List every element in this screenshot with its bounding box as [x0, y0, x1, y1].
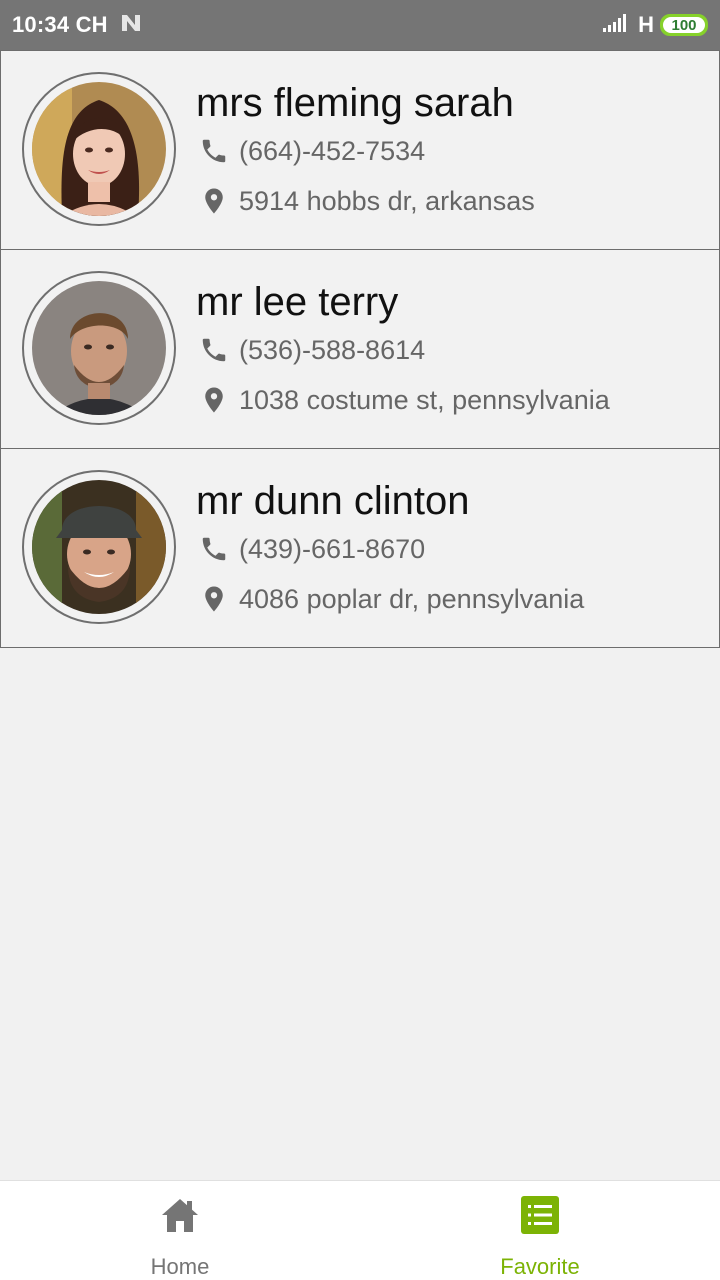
signal-icon	[602, 13, 632, 38]
contact-address-row: 5914 hobbs dr, arkansas	[197, 184, 535, 218]
contact-name: mrs fleming sarah	[196, 81, 514, 125]
contact-phone: (536)-588-8614	[239, 334, 426, 365]
notification-n-icon	[120, 13, 142, 38]
contact-address: 5914 hobbs dr, arkansas	[239, 185, 535, 216]
status-bar: 10:34 CH H 100	[0, 0, 720, 50]
avatar-frame	[22, 271, 176, 425]
contact-address: 4086 poplar dr, pennsylvania	[239, 583, 585, 614]
avatar-frame	[22, 72, 176, 226]
contact-phone-row[interactable]: (536)-588-8614	[197, 333, 425, 367]
location-pin-icon	[197, 184, 231, 218]
nav-favorite[interactable]: Favorite	[360, 1181, 720, 1280]
contact-phone: (439)-661-8670	[239, 533, 426, 564]
bottom-navigation: Home Favorite	[0, 1180, 720, 1280]
network-type: H	[638, 12, 654, 37]
man-avatar	[32, 281, 166, 415]
contact-card[interactable]: mr dunn clinton (439)-661-8670 4086 popl…	[0, 448, 720, 648]
battery-icon: 100	[660, 14, 708, 36]
contact-name: mr lee terry	[196, 280, 399, 324]
contact-name: mr dunn clinton	[196, 479, 470, 523]
contact-card[interactable]: mrs fleming sarah (664)-452-7534 5914 ho…	[0, 50, 720, 250]
avatar-frame	[22, 470, 176, 624]
contact-phone-row[interactable]: (439)-661-8670	[197, 532, 425, 566]
man-cap-avatar	[32, 480, 166, 614]
nav-favorite-label: Favorite	[500, 1254, 580, 1279]
status-time: 10:34 CH	[12, 12, 108, 37]
phone-icon	[197, 134, 231, 168]
contact-address-row: 4086 poplar dr, pennsylvania	[197, 582, 584, 616]
contact-address-row: 1038 costume st, pennsylvania	[197, 383, 610, 417]
contact-card[interactable]: mr lee terry (536)-588-8614 1038 costume…	[0, 249, 720, 449]
contact-phone: (664)-452-7534	[239, 135, 426, 166]
phone-icon	[197, 333, 231, 367]
location-pin-icon	[197, 582, 231, 616]
list-icon	[520, 1195, 560, 1240]
contact-phone-row[interactable]: (664)-452-7534	[197, 134, 425, 168]
nav-home-label: Home	[150, 1254, 210, 1279]
phone-icon	[197, 532, 231, 566]
location-pin-icon	[197, 383, 231, 417]
contact-address: 1038 costume st, pennsylvania	[239, 384, 610, 415]
woman-avatar	[32, 82, 166, 216]
contact-list: mrs fleming sarah (664)-452-7534 5914 ho…	[0, 50, 720, 648]
battery-level: 100	[671, 16, 697, 34]
home-icon	[160, 1195, 200, 1240]
nav-home[interactable]: Home	[0, 1181, 360, 1280]
